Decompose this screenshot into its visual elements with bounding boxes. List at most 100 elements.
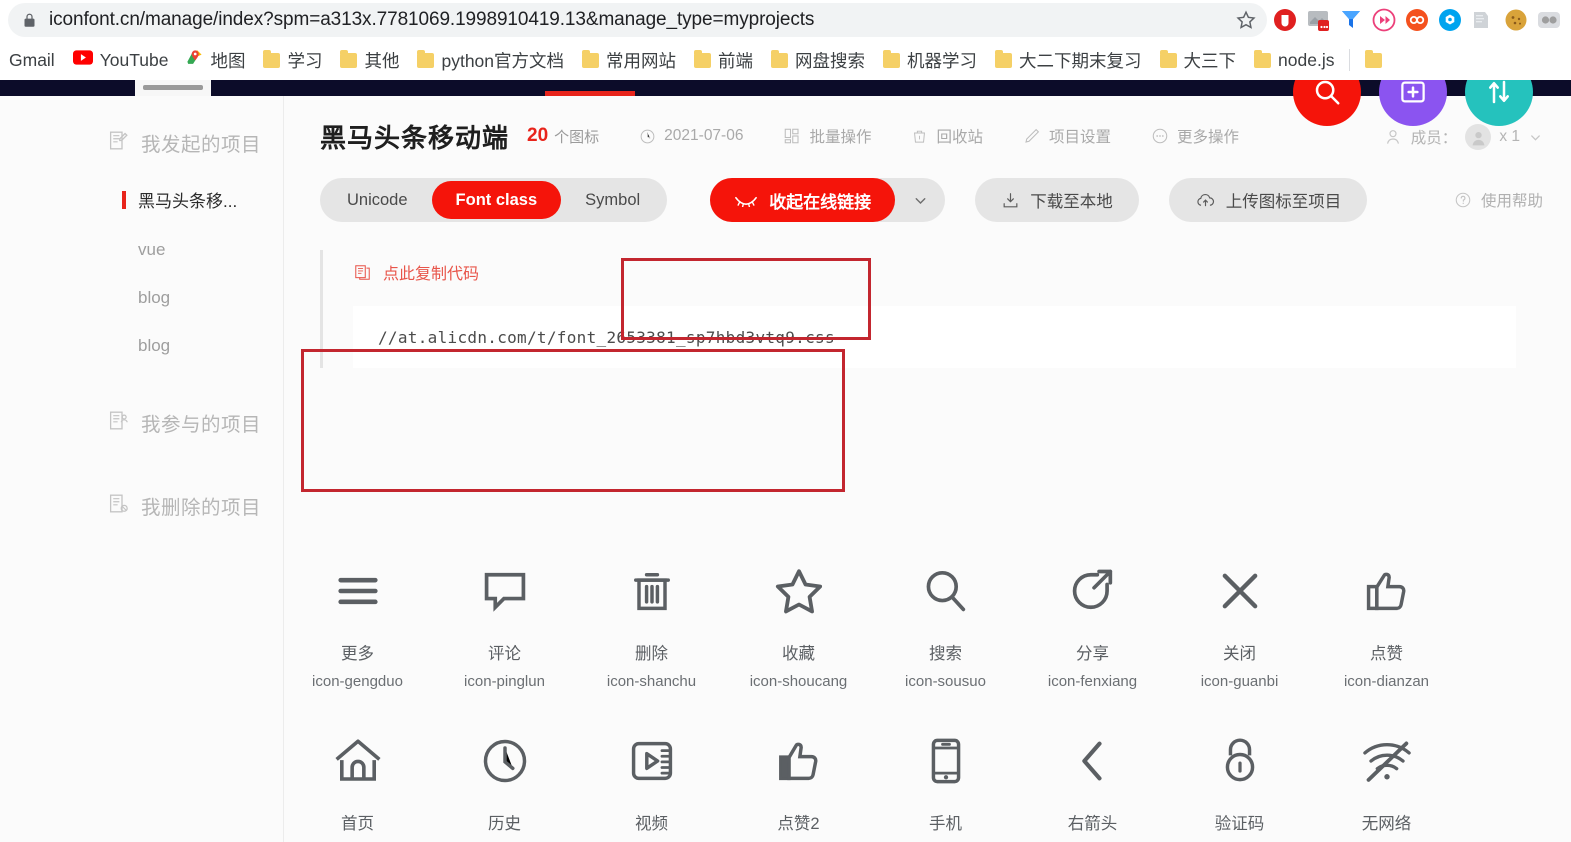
icon-card-dianzan2[interactable]: 点赞2 icon-dianzan2: [725, 730, 872, 842]
sidebar-group-created[interactable]: 我发起的项目: [0, 112, 283, 173]
help-link[interactable]: 使用帮助: [1454, 189, 1543, 211]
batch-operation-icon: [783, 127, 801, 145]
vpn-extension-icon[interactable]: [1339, 8, 1363, 32]
video-speed-extension-icon[interactable]: [1372, 8, 1396, 32]
video-play-icon: [626, 730, 678, 792]
tab-font-class[interactable]: Font class: [432, 181, 562, 219]
icon-card-guanbi[interactable]: 关闭 icon-guanbi: [1166, 560, 1313, 690]
icon-card-yanzhengma[interactable]: 验证码 icon-yanzhengma: [1166, 730, 1313, 842]
batch-operation-button[interactable]: 批量操作: [783, 125, 871, 147]
toolbar: Unicode Font class Symbol 收起在线链接: [284, 172, 1571, 228]
bookmark-folder-python[interactable]: python官方文档: [408, 45, 573, 76]
bookmark-folder-dasanxia[interactable]: 大三下: [1151, 45, 1246, 76]
search-fab[interactable]: [1293, 80, 1361, 126]
bookmark-folder-daerxia[interactable]: 大二下期末复习: [986, 45, 1151, 76]
icon-class-name: icon-dianzan: [1344, 673, 1429, 690]
copy-icon: [353, 263, 372, 282]
infinity-extension-icon[interactable]: [1405, 8, 1429, 32]
tab-unicode[interactable]: Unicode: [323, 181, 432, 219]
sidebar-item-project-1[interactable]: vue: [0, 226, 283, 274]
more-dots-icon: [1151, 127, 1169, 145]
member-selector[interactable]: 成员： x 1: [1383, 124, 1543, 150]
cookie-extension-icon[interactable]: [1504, 8, 1528, 32]
add-project-fab[interactable]: [1379, 80, 1447, 126]
icon-card-shoucang[interactable]: 收藏 icon-shoucang: [725, 560, 872, 690]
icon-card-sousuo[interactable]: 搜索 icon-sousuo: [872, 560, 1019, 690]
sidebar-item-project-2[interactable]: blog: [0, 274, 283, 322]
more-operations-label: 更多操作: [1177, 125, 1239, 147]
clock-icon: [479, 730, 531, 792]
search-icon: [920, 560, 972, 622]
bookmark-folder-qita[interactable]: 其他: [331, 45, 408, 76]
icon-card-youjiantou[interactable]: 右箭头 icon-youjiantou: [1019, 730, 1166, 842]
icon-cn-label: 点赞: [1370, 640, 1403, 664]
icon-count-unit: 个图标: [554, 126, 599, 147]
bookmark-maps[interactable]: 地图: [177, 45, 254, 76]
maps-icon: [186, 49, 203, 71]
icon-cn-label: 首页: [341, 810, 374, 834]
collapse-online-link-label: 收起在线链接: [769, 188, 871, 213]
code-snippet[interactable]: //at.alicdn.com/t/font_2653381_sp7hbd3vt…: [353, 306, 1516, 368]
mobile-phone-icon: [920, 730, 972, 792]
icon-card-wuwangluo[interactable]: 无网络 icon-wuwangluo: [1313, 730, 1460, 842]
sidebar-item-project-0[interactable]: 黑马头条移...: [0, 173, 283, 226]
recycle-bin-button[interactable]: 回收站: [911, 125, 983, 147]
thumbs-up-filled-icon: [773, 730, 825, 792]
bookmark-folder-changyong[interactable]: 常用网站: [573, 45, 685, 76]
topnav-active-tab[interactable]: [135, 80, 211, 96]
icon-card-shouye[interactable]: 首页 icon-shouye: [284, 730, 431, 842]
sidebar-item-project-3[interactable]: blog: [0, 322, 283, 370]
download-to-local-button[interactable]: 下载至本地: [975, 178, 1139, 222]
bookmark-gmail[interactable]: Gmail: [0, 47, 64, 74]
translate-extension-icon[interactable]: [1471, 8, 1495, 32]
comment-bubble-icon: [479, 560, 531, 622]
icon-cn-label: 搜索: [929, 640, 962, 664]
icon-card-shouji[interactable]: 手机 icon-shouji: [872, 730, 1019, 842]
code-text: //at.alicdn.com/t/font_2653381_sp7hbd3vt…: [378, 328, 835, 347]
bookmark-folder-nodejs[interactable]: node.js: [1245, 47, 1343, 74]
bookmark-label: 学习: [287, 48, 322, 73]
screenshot-extension-icon[interactable]: [1306, 8, 1330, 32]
icon-card-shanchu[interactable]: 删除 icon-shanchu: [578, 560, 725, 690]
bookmark-folder-overflow[interactable]: [1356, 50, 1391, 71]
icon-card-shipin[interactable]: 视频 icon-shipin: [578, 730, 725, 842]
upload-icons-button[interactable]: 上传图标至项目: [1169, 178, 1368, 222]
icon-card-gengduo[interactable]: 更多 icon-gengduo: [284, 560, 431, 690]
adblock-extension-icon[interactable]: [1273, 8, 1297, 32]
icon-class-name: icon-pinglun: [464, 673, 545, 690]
bookmark-label: python官方文档: [441, 48, 564, 73]
sidebar-group-deleted[interactable]: 我删除的项目: [0, 453, 283, 536]
icon-card-lishi[interactable]: 历史 icon-lishi: [431, 730, 578, 842]
upload-fab[interactable]: [1465, 80, 1533, 126]
online-link-dropdown-toggle[interactable]: [895, 178, 945, 222]
copy-code-button[interactable]: 点此复制代码: [353, 260, 1516, 306]
bookmark-folder-qianduan[interactable]: 前端: [685, 45, 762, 76]
bookmark-folder-jiqixuexi[interactable]: 机器学习: [874, 45, 986, 76]
bookmark-folder-xuexi[interactable]: 学习: [254, 45, 331, 76]
icon-class-name: icon-shoucang: [750, 673, 848, 690]
collapse-online-link-button[interactable]: 收起在线链接: [710, 178, 895, 222]
tab-symbol[interactable]: Symbol: [561, 181, 664, 219]
sidebar-group-joined[interactable]: 我参与的项目: [0, 370, 283, 453]
icon-card-dianzan[interactable]: 点赞 icon-dianzan: [1313, 560, 1460, 690]
profile-avatar-icon[interactable]: [1537, 8, 1561, 32]
icon-card-fenxiang[interactable]: 分享 icon-fenxiang: [1019, 560, 1166, 690]
azure-extension-icon[interactable]: [1438, 8, 1462, 32]
chevron-down-icon[interactable]: [1528, 130, 1543, 145]
icon-card-pinglun[interactable]: 评论 icon-pinglun: [431, 560, 578, 690]
bookmark-star-icon[interactable]: [1235, 9, 1257, 31]
address-bar[interactable]: iconfont.cn/manage/index?spm=a313x.77810…: [8, 3, 1267, 37]
bookmark-youtube[interactable]: YouTube: [64, 47, 178, 74]
bookmark-folder-wangpan[interactable]: 网盘搜索: [762, 45, 874, 76]
sidebar-group-label: 我删除的项目: [141, 491, 261, 520]
question-circle-icon: [1454, 191, 1472, 209]
project-settings-button[interactable]: 项目设置: [1023, 125, 1111, 147]
folder-icon: [694, 53, 711, 68]
url-text[interactable]: iconfont.cn/manage/index?spm=a313x.77810…: [49, 9, 1227, 31]
code-panel-inner: 点此复制代码 //at.alicdn.com/t/font_2653381_sp…: [320, 250, 1516, 368]
more-operations-button[interactable]: 更多操作: [1151, 125, 1239, 147]
project-created-icon: [108, 130, 129, 156]
icon-class-name: icon-shanchu: [607, 673, 696, 690]
help-label: 使用帮助: [1481, 189, 1543, 211]
folder-icon: [883, 53, 900, 68]
